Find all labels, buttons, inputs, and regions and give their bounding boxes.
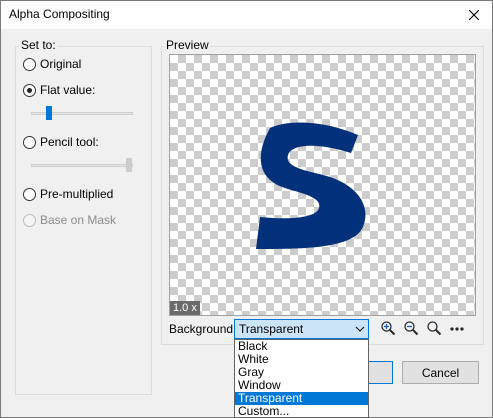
more-options-icon[interactable] — [448, 319, 466, 337]
radio-flat-value-label: Flat value: — [40, 83, 96, 97]
chevron-down-icon[interactable] — [351, 320, 368, 338]
radio-pre-multiplied[interactable]: Pre-multiplied — [23, 186, 113, 202]
radio-pencil-tool-indicator — [23, 135, 36, 149]
radio-flat-value-indicator — [23, 83, 36, 97]
pencil-tool-slider-thumb[interactable] — [126, 158, 132, 172]
s-letter-shape — [256, 122, 366, 249]
title-bar: Alpha Compositing — [1, 1, 492, 29]
radio-base-on-mask[interactable]: Base on Mask — [23, 212, 116, 228]
cancel-button[interactable]: Cancel — [402, 361, 479, 384]
zoom-fit-icon[interactable] — [425, 319, 443, 337]
close-icon — [469, 10, 479, 20]
pencil-tool-slider[interactable] — [31, 156, 133, 176]
pencil-tool-slider-track — [31, 164, 133, 167]
radio-pencil-tool-label: Pencil tool: — [40, 135, 99, 149]
window-title: Alpha Compositing — [9, 7, 110, 21]
flat-value-slider[interactable] — [31, 104, 133, 124]
background-dropdown-list: Black White Gray Window Transparent Cust… — [234, 339, 369, 418]
radio-base-on-mask-indicator — [23, 213, 36, 227]
radio-original-label: Original — [40, 57, 82, 71]
zoom-in-icon[interactable] — [379, 319, 397, 337]
zoom-out-icon[interactable] — [402, 319, 420, 337]
radio-pre-multiplied-label: Pre-multiplied — [40, 187, 114, 201]
background-select[interactable]: Transparent — [234, 319, 369, 339]
radio-original-indicator — [23, 57, 36, 71]
preview-glyph — [256, 122, 366, 249]
radio-pre-multiplied-indicator — [23, 187, 36, 201]
zoom-level-badge: 1.0 x — [170, 301, 200, 315]
radio-base-on-mask-label: Base on Mask — [40, 213, 117, 227]
radio-pencil-tool[interactable]: Pencil tool: — [23, 134, 99, 150]
radio-flat-value[interactable]: Flat value: — [23, 82, 95, 98]
background-label: Background: — [169, 322, 237, 336]
set-to-label: Set to: — [19, 38, 58, 52]
dropdown-option-custom[interactable]: Custom... — [235, 405, 368, 418]
flat-value-slider-thumb[interactable] — [46, 106, 52, 120]
alpha-compositing-dialog: Alpha Compositing Set to: Original Flat … — [0, 0, 493, 418]
close-button[interactable] — [456, 1, 492, 29]
radio-original[interactable]: Original — [23, 56, 81, 72]
preview-canvas[interactable]: 1.0 x — [169, 54, 476, 316]
background-selected-value: Transparent — [239, 322, 304, 336]
preview-label: Preview — [164, 38, 211, 52]
cancel-button-label: Cancel — [421, 365, 460, 380]
